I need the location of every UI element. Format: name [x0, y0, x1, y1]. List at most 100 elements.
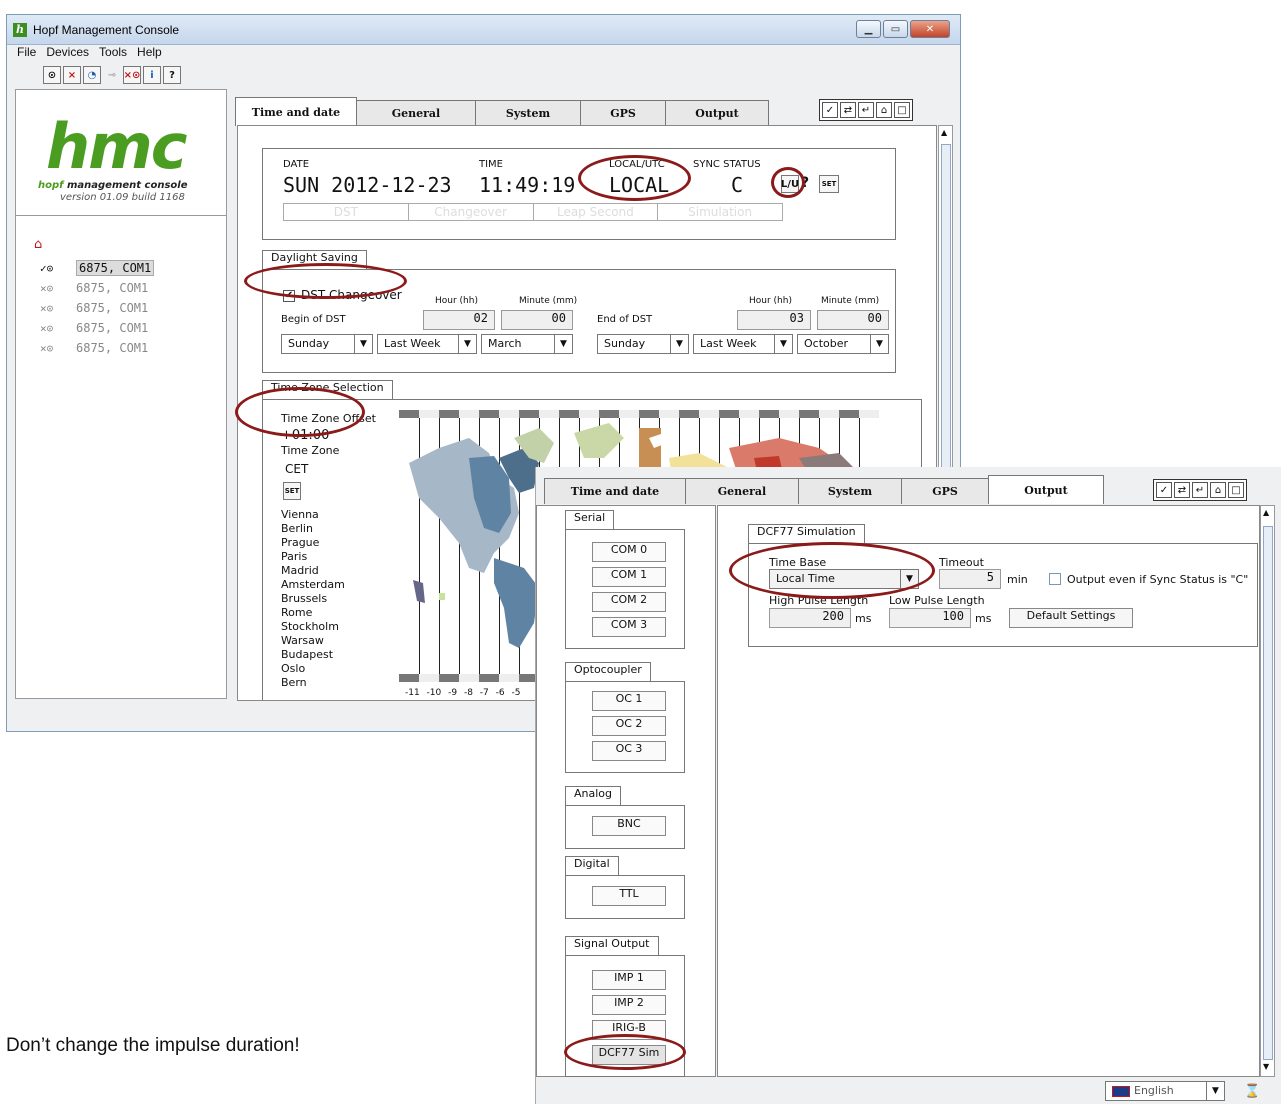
timezone-set-button[interactable]: SET [283, 482, 301, 500]
date-label: DATE [283, 159, 310, 170]
menu-help[interactable]: Help [137, 45, 162, 59]
timezone-bar-top [399, 410, 879, 418]
city-list: Vienna Berlin Prague Paris Madrid Amster… [281, 508, 345, 690]
undo-icon[interactable]: ↵ [1192, 482, 1208, 498]
end-minute-field[interactable]: 00 [817, 310, 889, 330]
clock-icon[interactable]: ⊙ [43, 66, 61, 84]
tab-output[interactable]: Output [665, 100, 769, 126]
optocoupler-group: OC 1 OC 2 OC 3 [565, 681, 685, 773]
remove-clock-icon[interactable]: ×⊙ [123, 66, 141, 84]
com0-button[interactable]: COM 0 [592, 542, 666, 562]
device-item[interactable]: ×⊙ 6875, COM1 [40, 278, 154, 298]
city-item: Madrid [281, 564, 319, 577]
com3-button[interactable]: COM 3 [592, 617, 666, 637]
end-day-select[interactable]: Sunday ▼ [597, 334, 689, 354]
sync-status-value: C [731, 173, 744, 197]
menu-devices[interactable]: Devices [46, 45, 89, 59]
open-icon[interactable]: ⌂ [1210, 482, 1226, 498]
serial-group: COM 0 COM 1 COM 2 COM 3 [565, 529, 685, 649]
language-select[interactable]: English ▼ [1105, 1081, 1225, 1101]
apply-icon[interactable]: ✓ [1156, 482, 1172, 498]
sync-icon[interactable]: ⇄ [1174, 482, 1190, 498]
tab-time-and-date[interactable]: Time and date [544, 478, 686, 504]
tab-general[interactable]: General [356, 100, 476, 126]
analog-label: Analog [565, 786, 622, 806]
bnc-button[interactable]: BNC [592, 816, 666, 836]
scroll-thumb[interactable] [1263, 526, 1273, 1060]
end-hour-field[interactable]: 03 [737, 310, 811, 330]
scroll-up-icon[interactable]: ▲ [941, 128, 947, 137]
end-week-select[interactable]: Last Week ▼ [693, 334, 793, 354]
zone-value: CET [285, 462, 309, 476]
begin-day-select[interactable]: Sunday ▼ [281, 334, 373, 354]
tab-output[interactable]: Output [988, 475, 1104, 504]
com2-button[interactable]: COM 2 [592, 592, 666, 612]
action-toolbar: ✓ ⇄ ↵ ⌂ □ [819, 99, 913, 121]
ttl-button[interactable]: TTL [592, 886, 666, 906]
tab-system[interactable]: System [475, 100, 581, 126]
undo-icon[interactable]: ↵ [858, 102, 874, 118]
sync-icon[interactable]: ⇄ [840, 102, 856, 118]
scroll-up-icon[interactable]: ▲ [1263, 508, 1269, 517]
city-item: Rome [281, 606, 313, 619]
output-even-checkbox[interactable] [1049, 573, 1061, 585]
close-button[interactable]: ✕ [910, 20, 950, 38]
device-item[interactable]: ✓⊙ 6875, COM1 [40, 258, 155, 278]
apply-icon[interactable]: ✓ [822, 102, 838, 118]
begin-month-select[interactable]: March ▼ [481, 334, 573, 354]
close-icon[interactable]: × [63, 66, 81, 84]
refresh-icon[interactable]: ◔ [83, 66, 101, 84]
high-pulse-field[interactable]: 200 [769, 608, 851, 628]
begin-week-select[interactable]: Last Week ▼ [377, 334, 477, 354]
flag-simulation: Simulation [688, 205, 753, 219]
oc2-button[interactable]: OC 2 [592, 716, 666, 736]
low-pulse-field[interactable]: 100 [889, 608, 971, 628]
optocoupler-label: Optocoupler [565, 662, 651, 682]
date-value: SUN 2012-12-23 [283, 173, 452, 197]
default-settings-button[interactable]: Default Settings [1009, 608, 1133, 628]
tab-time-and-date[interactable]: Time and date [235, 97, 357, 126]
signal-output-label: Signal Output [565, 936, 659, 956]
maximize-button[interactable]: ▭ [883, 20, 908, 38]
status-flags: DST Changeover Leap Second Simulation [283, 203, 783, 221]
tab-gps[interactable]: GPS [901, 478, 989, 504]
highlight-dst-changeover [244, 263, 407, 299]
timezone-axis: -11 -10 -9 -8 -7 -6 -5 [405, 688, 521, 698]
help-icon[interactable]: ? [163, 66, 181, 84]
highlight-timezone-offset [235, 387, 365, 437]
device-item[interactable]: ×⊙ 6875, COM1 [40, 298, 154, 318]
menu-file[interactable]: File [17, 45, 36, 59]
divider [16, 215, 226, 216]
timeout-field[interactable]: 5 [939, 569, 1001, 589]
info-icon[interactable]: i [143, 66, 161, 84]
scroll-down-icon[interactable]: ▼ [1263, 1062, 1269, 1071]
output-navigation: Serial COM 0 COM 1 COM 2 COM 3 Optocoupl… [536, 505, 716, 1077]
tab-general[interactable]: General [685, 478, 799, 504]
oc1-button[interactable]: OC 1 [592, 691, 666, 711]
imp1-button[interactable]: IMP 1 [592, 970, 666, 990]
set-button[interactable]: SET [819, 175, 839, 193]
minimize-button[interactable]: ▁ [856, 20, 881, 38]
com1-button[interactable]: COM 1 [592, 567, 666, 587]
title-bar[interactable]: h Hopf Management Console ▁ ▭ ✕ [7, 15, 960, 45]
tab-bar: Time and date General System GPS Output [235, 97, 769, 126]
vertical-scrollbar[interactable]: ▲ ▼ [1260, 505, 1275, 1077]
imp2-button[interactable]: IMP 2 [592, 995, 666, 1015]
tab-system[interactable]: System [798, 478, 902, 504]
city-item: Warsaw [281, 634, 324, 647]
device-item[interactable]: ×⊙ 6875, COM1 [40, 318, 154, 338]
begin-minute-field[interactable]: 00 [501, 310, 573, 330]
tab-gps[interactable]: GPS [580, 100, 666, 126]
open-icon[interactable]: ⌂ [876, 102, 892, 118]
device-item[interactable]: ×⊙ 6875, COM1 [40, 338, 154, 358]
menu-tools[interactable]: Tools [99, 45, 127, 59]
high-pulse-unit: ms [855, 612, 872, 625]
end-month-select[interactable]: October ▼ [797, 334, 889, 354]
window-icon[interactable]: □ [1228, 482, 1244, 498]
flag-dst: DST [284, 204, 409, 220]
oc3-button[interactable]: OC 3 [592, 741, 666, 761]
window-icon[interactable]: □ [894, 102, 910, 118]
timeout-unit: min [1007, 573, 1028, 586]
begin-hour-field[interactable]: 02 [423, 310, 495, 330]
home-icon[interactable]: ⌂ [34, 237, 48, 252]
